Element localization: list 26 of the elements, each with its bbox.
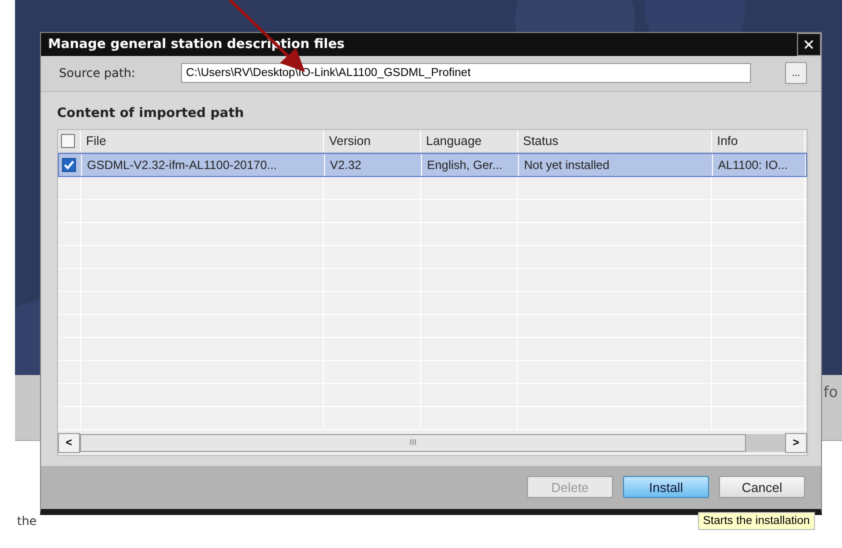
column-header[interactable]: Info <box>712 130 805 152</box>
column-header[interactable]: Version <box>324 130 421 152</box>
scroll-thumb[interactable]: III <box>80 434 746 452</box>
table-cell: Not yet installed <box>519 154 713 176</box>
browse-button[interactable]: ... <box>785 62 807 84</box>
dialog-button[interactable]: Install <box>623 476 709 498</box>
background-text: fo <box>824 383 838 401</box>
status-text: the <box>17 514 37 528</box>
column-header[interactable]: Status <box>518 130 712 152</box>
checkbox[interactable] <box>61 134 75 148</box>
table-cell: English, Ger... <box>422 154 519 176</box>
input-field[interactable]: C:\Users\RV\Desktop\IO-Link\AL1100_GSDML_Profinet <box>181 63 751 84</box>
scroll-left-button[interactable]: < <box>58 432 80 453</box>
checkbox[interactable] <box>62 158 76 172</box>
tooltip: Starts the installation <box>698 512 815 530</box>
scroll-right-button[interactable]: > <box>785 432 807 453</box>
table-cell: GSDML-V2.32-ifm-AL1100-20170... <box>82 154 325 176</box>
close-button[interactable]: ✕ <box>797 33 821 56</box>
field-label: Source path: <box>59 66 136 80</box>
table-row[interactable]: GSDML-V2.32-ifm-AL1100-20170... V2.32 English, Ger... Not yet installed AL1100: IO... <box>58 152 807 177</box>
table-cell: V2.32 <box>325 154 422 176</box>
section-title: Content of imported path <box>57 106 245 121</box>
column-header[interactable]: File <box>81 130 324 152</box>
dialog-button[interactable]: Cancel <box>719 476 805 498</box>
column-header[interactable]: Language <box>421 130 518 152</box>
table-cell: AL1100: IO... <box>713 154 806 176</box>
